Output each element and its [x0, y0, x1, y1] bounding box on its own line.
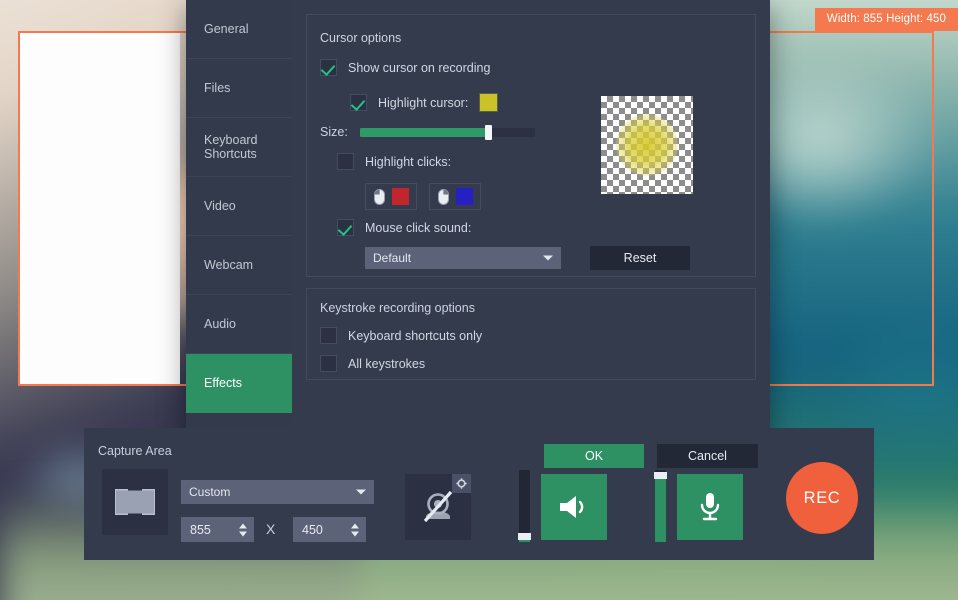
capture-width-value: 855	[190, 523, 211, 537]
keystroke-options-title: Keystroke recording options	[320, 301, 475, 315]
mouse-click-sound-row[interactable]: Mouse click sound:	[337, 219, 471, 236]
highlight-clicks-row[interactable]: Highlight clicks:	[337, 153, 451, 170]
right-click-highlight-button[interactable]	[429, 183, 481, 210]
highlight-cursor-checkbox[interactable]	[350, 94, 367, 111]
speaker-volume-slider[interactable]	[519, 470, 530, 542]
all-keystrokes-label: All keystrokes	[348, 357, 425, 371]
capture-width-input[interactable]: 855	[181, 517, 254, 542]
size-label: Size:	[320, 125, 348, 139]
sidebar-item-label: Audio	[204, 317, 236, 331]
all-keystrokes-checkbox[interactable]	[320, 355, 337, 372]
record-button-label: REC	[804, 489, 841, 508]
cursor-highlight-preview	[601, 96, 693, 194]
chevron-down-icon	[356, 490, 366, 495]
height-stepper[interactable]	[351, 523, 359, 536]
mouse-click-sound-select[interactable]: Default	[365, 247, 561, 269]
keyboard-shortcuts-only-label: Keyboard shortcuts only	[348, 329, 482, 343]
show-cursor-row[interactable]: Show cursor on recording	[320, 59, 490, 76]
mouse-click-sound-checkbox[interactable]	[337, 219, 354, 236]
preferences-dialog: General Files Keyboard Shortcuts Video W…	[186, 0, 770, 473]
ok-button[interactable]: OK	[544, 444, 644, 468]
capture-area-button[interactable]	[102, 469, 168, 535]
highlight-clicks-checkbox[interactable]	[337, 153, 354, 170]
right-click-color-swatch[interactable]	[456, 188, 473, 205]
show-cursor-checkbox[interactable]	[320, 59, 337, 76]
show-cursor-label: Show cursor on recording	[348, 61, 490, 75]
capture-area-rect-icon	[116, 491, 154, 514]
webcam-settings-button[interactable]	[452, 474, 471, 493]
webcam-toggle-button[interactable]	[405, 474, 471, 540]
area-preset-value: Custom	[189, 485, 230, 499]
stepper-down-icon[interactable]	[351, 531, 359, 536]
microphone-icon	[695, 490, 725, 524]
microphone-volume-slider[interactable]	[655, 470, 666, 542]
microphone-volume-fill	[655, 476, 666, 542]
left-click-highlight-button[interactable]	[365, 183, 417, 210]
highlight-cursor-row[interactable]: Highlight cursor:	[350, 93, 498, 112]
sidebar-item-label: Files	[204, 81, 230, 95]
cursor-size-slider[interactable]	[360, 128, 535, 137]
mouse-right-icon	[438, 189, 449, 205]
speaker-toggle-button[interactable]	[541, 474, 607, 540]
sidebar-item-effects[interactable]: Effects	[186, 354, 292, 413]
sidebar-item-keyboard-shortcuts[interactable]: Keyboard Shortcuts	[186, 118, 292, 177]
all-keystrokes-row[interactable]: All keystrokes	[320, 355, 425, 372]
sidebar-item-webcam[interactable]: Webcam	[186, 236, 292, 295]
speaker-icon	[557, 492, 591, 522]
dimension-separator: X	[266, 521, 275, 537]
speaker-volume-thumb[interactable]	[518, 533, 531, 540]
highlight-cursor-label: Highlight cursor:	[378, 96, 468, 110]
cursor-options-title: Cursor options	[320, 31, 401, 45]
keyboard-shortcuts-only-row[interactable]: Keyboard shortcuts only	[320, 327, 482, 344]
size-slider-row: Size:	[320, 125, 535, 139]
sidebar-item-general[interactable]: General	[186, 0, 292, 59]
stepper-up-icon[interactable]	[351, 523, 359, 528]
sidebar-item-video[interactable]: Video	[186, 177, 292, 236]
cursor-size-slider-fill	[360, 128, 488, 137]
mouse-click-sound-label: Mouse click sound:	[365, 221, 471, 235]
cancel-button-label: Cancel	[688, 449, 727, 463]
area-preset-select[interactable]: Custom	[181, 480, 374, 504]
reset-button[interactable]: Reset	[590, 246, 690, 270]
microphone-toggle-button[interactable]	[677, 474, 743, 540]
cursor-glow-preview	[616, 114, 678, 176]
preferences-sidebar: General Files Keyboard Shortcuts Video W…	[186, 0, 292, 473]
reset-button-label: Reset	[624, 251, 657, 265]
sidebar-item-files[interactable]: Files	[186, 59, 292, 118]
keyboard-shortcuts-only-checkbox[interactable]	[320, 327, 337, 344]
dimension-badge: Width: 855 Height: 450	[815, 8, 958, 31]
capture-height-input[interactable]: 450	[293, 517, 366, 542]
webcam-off-icon	[419, 488, 457, 526]
cancel-button[interactable]: Cancel	[657, 444, 758, 468]
record-button[interactable]: REC	[786, 462, 858, 534]
sidebar-item-label: Effects	[204, 376, 242, 390]
click-color-buttons	[365, 183, 481, 210]
left-click-color-swatch[interactable]	[392, 188, 409, 205]
keystroke-options-panel: Keystroke recording options Keyboard sho…	[306, 288, 756, 380]
highlight-cursor-color-swatch[interactable]	[479, 93, 498, 112]
capture-area-label: Capture Area	[98, 444, 172, 458]
gear-icon	[456, 478, 467, 489]
sidebar-item-label: Video	[204, 199, 236, 213]
mouse-left-icon	[374, 189, 385, 205]
sidebar-item-audio[interactable]: Audio	[186, 295, 292, 354]
stepper-down-icon[interactable]	[239, 531, 247, 536]
width-stepper[interactable]	[239, 523, 247, 536]
sidebar-item-label: Keyboard Shortcuts	[204, 133, 258, 162]
capture-area-section: Capture Area Custom 855 X 450	[84, 428, 376, 560]
capture-height-value: 450	[302, 523, 323, 537]
ok-button-label: OK	[585, 449, 603, 463]
chevron-down-icon	[543, 256, 553, 261]
highlight-clicks-label: Highlight clicks:	[365, 155, 451, 169]
cursor-size-slider-thumb[interactable]	[485, 125, 492, 140]
mouse-click-sound-value: Default	[373, 251, 411, 265]
sidebar-item-label: General	[204, 22, 248, 36]
microphone-volume-thumb[interactable]	[654, 472, 667, 479]
sidebar-item-label: Webcam	[204, 258, 253, 272]
stepper-up-icon[interactable]	[239, 523, 247, 528]
